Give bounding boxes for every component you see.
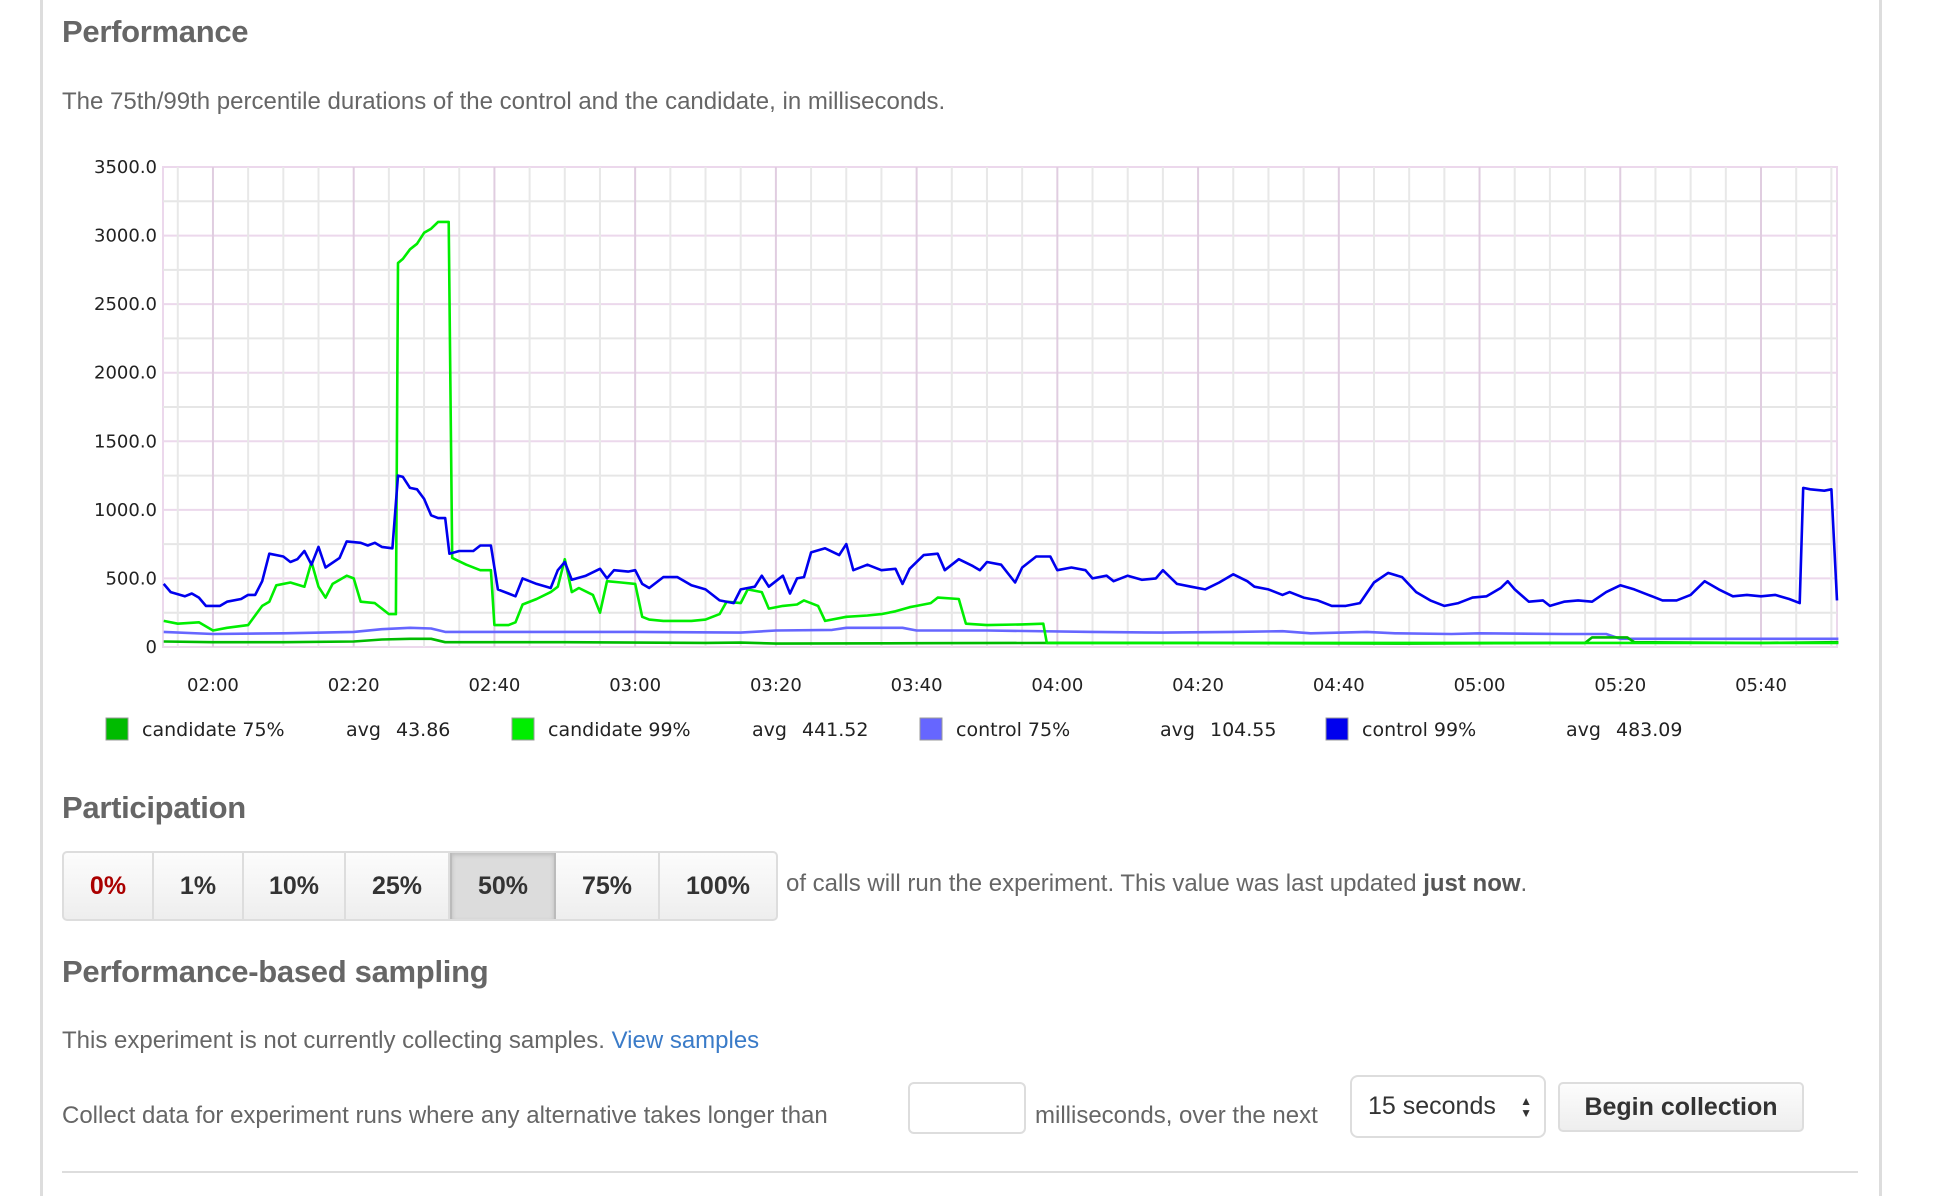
legend-avg-value: 441.52 (802, 719, 868, 741)
legend-label: control 99% (1362, 719, 1476, 741)
participation-option-75pct[interactable]: 75% (556, 853, 660, 919)
legend-avg-label: avg (346, 719, 381, 741)
performance-heading: Performance (62, 14, 249, 49)
legend-avg-label: avg (1160, 719, 1195, 741)
legend-swatch (105, 717, 129, 741)
participation-option-100pct[interactable]: 100% (660, 853, 776, 919)
y-tick-label: 3500.0 (94, 157, 157, 178)
chart-legend: candidate 75% avg 43.86 candidate 99% avg 441… (105, 717, 1682, 741)
legend-swatch (511, 717, 535, 741)
legend-avg-value: 104.55 (1210, 719, 1276, 741)
sampling-status: This experiment is not currently collect… (62, 1027, 759, 1055)
x-axis-ticks: 02:00 02:20 02:40 03:00 03:20 03:40 04:00 04:20… (187, 675, 1787, 696)
x-tick-label: 04:00 (1031, 675, 1083, 696)
participation-sentence-text: of calls will run the experiment. This v… (786, 870, 1424, 897)
x-tick-label: 04:20 (1172, 675, 1224, 696)
legend-avg-label: avg (752, 719, 787, 741)
y-tick-label: 3000.0 (94, 226, 157, 247)
duration-select-value: 15 seconds (1368, 1092, 1496, 1120)
participation-option-25pct[interactable]: 25% (346, 853, 450, 919)
participation-heading: Participation (62, 790, 246, 825)
x-tick-label: 02:00 (187, 675, 239, 696)
legend-swatch (1325, 717, 1349, 741)
legend-avg-value: 43.86 (396, 719, 450, 741)
begin-collection-button[interactable]: Begin collection (1558, 1082, 1804, 1132)
legend-avg-value: 483.09 (1616, 719, 1682, 741)
y-axis-ticks: 0 500.0 1000.0 1500.0 2000.0 2500.0 3000.0 3500… (94, 157, 157, 658)
x-tick-label: 04:40 (1313, 675, 1365, 696)
last-updated-value: just now (1423, 870, 1521, 897)
x-tick-label: 05:40 (1735, 675, 1787, 696)
collect-form-label: Collect data for experiment runs where a… (62, 1102, 828, 1129)
x-tick-label: 05:00 (1454, 675, 1506, 696)
participation-option-10pct[interactable]: 10% (244, 853, 346, 919)
x-tick-label: 02:20 (328, 675, 380, 696)
y-tick-label: 1500.0 (94, 431, 157, 452)
sampling-status-text: This experiment is not currently collect… (62, 1027, 605, 1054)
participation-sentence: of calls will run the experiment. This v… (786, 870, 1527, 898)
legend-swatch (919, 717, 943, 741)
collect-form-middle-label: milliseconds, over the next (1035, 1102, 1318, 1129)
threshold-ms-input[interactable] (908, 1082, 1026, 1134)
performance-description: The 75th/99th percentile durations of th… (62, 88, 946, 115)
legend-label: control 75% (956, 719, 1070, 741)
legend-label: candidate 99% (548, 719, 691, 741)
x-tick-label: 03:00 (609, 675, 661, 696)
legend-avg-label: avg (1566, 719, 1601, 741)
y-tick-label: 500.0 (105, 568, 157, 589)
y-tick-label: 2000.0 (94, 363, 157, 384)
chart-grid (162, 166, 1838, 648)
participation-button-group: 0% 1% 10% 25% 50% 75% 100% (62, 851, 778, 921)
participation-option-0pct[interactable]: 0% (64, 853, 154, 919)
x-tick-label: 05:20 (1594, 675, 1646, 696)
select-arrows-icon: ▲ ▼ (1520, 1094, 1532, 1120)
participation-option-50pct[interactable]: 50% (450, 853, 556, 919)
y-tick-label: 2500.0 (94, 294, 157, 315)
legend-label: candidate 75% (142, 719, 285, 741)
performance-chart: 0 500.0 1000.0 1500.0 2000.0 2500.0 3000.0 3500… (94, 157, 1839, 741)
duration-select[interactable]: 15 seconds ▲ ▼ (1350, 1075, 1546, 1138)
sampling-heading: Performance-based sampling (62, 954, 489, 989)
y-tick-label: 1000.0 (94, 500, 157, 521)
view-samples-link[interactable]: View samples (612, 1027, 760, 1054)
participation-sentence-end: . (1520, 870, 1528, 897)
section-divider (62, 1171, 1858, 1173)
y-tick-label: 0 (146, 637, 157, 658)
x-tick-label: 02:40 (468, 675, 520, 696)
participation-option-1pct[interactable]: 1% (154, 853, 244, 919)
x-tick-label: 03:40 (891, 675, 943, 696)
x-tick-label: 03:20 (750, 675, 802, 696)
